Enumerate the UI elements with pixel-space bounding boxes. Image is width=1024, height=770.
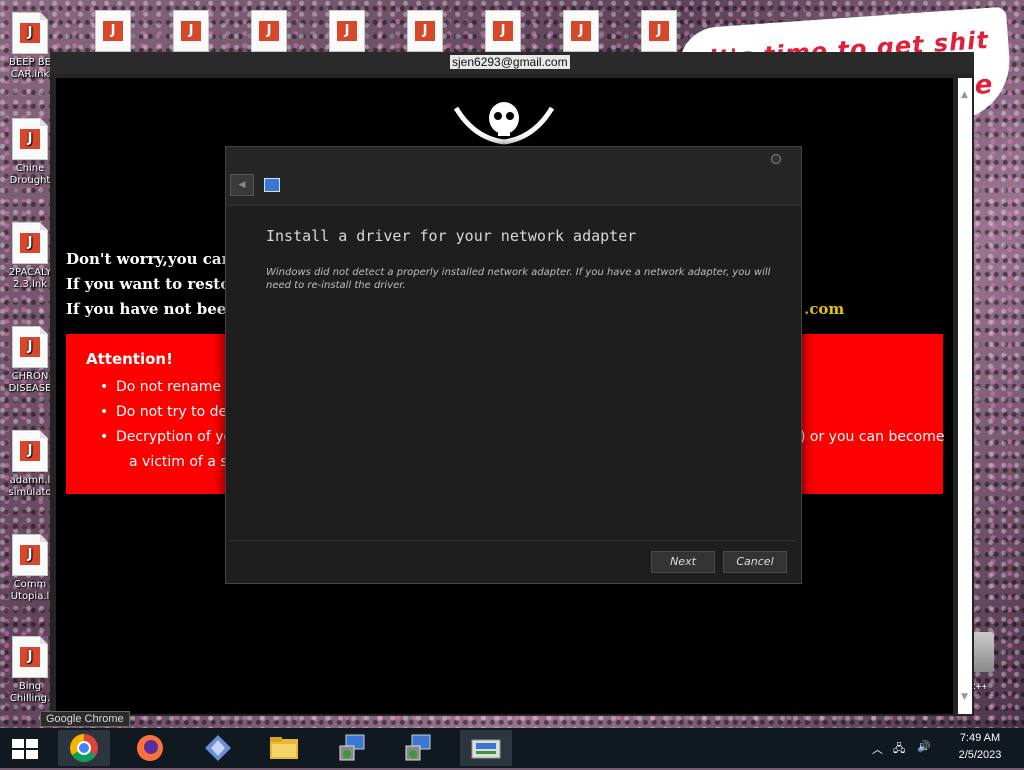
dialog-title: Install a driver for your network adapte… bbox=[266, 227, 637, 245]
scroll-up-icon[interactable]: ▲ bbox=[961, 90, 968, 100]
desktop-file-icon[interactable]: J bbox=[95, 10, 135, 52]
taskbar-tooltip: Google Chrome bbox=[40, 711, 130, 727]
show-hidden-icons-icon[interactable]: ︿ bbox=[872, 741, 883, 757]
attention-heading: Attention! bbox=[86, 350, 173, 368]
pirate-skull-icon bbox=[454, 102, 554, 145]
driver-install-dialog: ◀ Install a driver for your network adap… bbox=[225, 146, 802, 584]
window-email: sjen6293@gmail.com bbox=[450, 55, 570, 69]
network-setup-icon[interactable] bbox=[392, 730, 444, 766]
dialog-header: ◀ bbox=[226, 147, 801, 206]
volume-icon[interactable]: 🔊 bbox=[917, 740, 931, 753]
network-adapter-icon bbox=[264, 178, 280, 192]
clock-date[interactable]: 2/5/2023 bbox=[950, 749, 1010, 761]
shortcut-file-icon: J bbox=[12, 326, 48, 368]
start-icon[interactable] bbox=[12, 739, 38, 759]
desktop-file-icon[interactable]: J bbox=[173, 10, 213, 52]
network-adapter-icon[interactable] bbox=[460, 730, 512, 766]
desktop-file-icon[interactable]: J bbox=[641, 10, 681, 52]
desktop-file-icon[interactable]: J bbox=[407, 10, 447, 52]
attention-item-1: Do not rename e bbox=[100, 379, 234, 395]
attention-item-3-end: ) or you can become bbox=[800, 429, 945, 445]
network-setup-icon[interactable] bbox=[326, 730, 378, 766]
shortcut-file-icon: J bbox=[12, 12, 48, 54]
desktop-file-icon[interactable]: J bbox=[563, 10, 603, 52]
scroll-down-icon[interactable]: ▼ bbox=[961, 692, 968, 702]
desktop-file-icon[interactable]: J bbox=[251, 10, 291, 52]
dialog-description: Windows did not detect a properly instal… bbox=[266, 267, 771, 291]
desktop-file-icon[interactable]: J bbox=[329, 10, 369, 52]
attention-item-3: Decryption of yo bbox=[100, 429, 232, 445]
back-arrow-icon[interactable]: ◀ bbox=[230, 174, 254, 196]
ransom-domain-suffix: .com bbox=[804, 300, 845, 318]
next-button[interactable]: Next bbox=[651, 551, 715, 573]
dialog-divider bbox=[230, 540, 796, 541]
shortcut-file-icon: J bbox=[12, 430, 48, 472]
taskbar: ︿ 🖧 🔊 7:49 AM 2/5/2023 bbox=[0, 728, 1024, 768]
shortcut-file-icon: J bbox=[12, 118, 48, 160]
window-titlebar: sjen6293@gmail.com bbox=[50, 52, 974, 74]
ransom-line-1: Don't worry,you can r bbox=[66, 250, 246, 268]
chrome-icon[interactable] bbox=[58, 730, 110, 766]
file-explorer-icon[interactable] bbox=[258, 730, 310, 766]
clock-time[interactable]: 7:49 AM bbox=[950, 732, 1010, 744]
shortcut-file-icon: J bbox=[12, 222, 48, 264]
network-status-icon[interactable]: 🖧 bbox=[893, 740, 905, 759]
shortcut-file-icon: J bbox=[12, 534, 48, 576]
firefox-icon[interactable] bbox=[124, 730, 176, 766]
shortcut-file-icon: J bbox=[12, 636, 48, 678]
close-icon[interactable] bbox=[771, 154, 781, 164]
ransom-line-2: If you want to restore bbox=[66, 275, 248, 293]
cancel-button[interactable]: Cancel bbox=[723, 551, 787, 573]
app-diamond-icon[interactable] bbox=[192, 730, 244, 766]
desktop-file-icon[interactable]: J bbox=[485, 10, 525, 52]
window-scrollbar[interactable]: ▲ ▼ bbox=[958, 78, 972, 714]
attention-item-2: Do not try to dec bbox=[100, 404, 235, 420]
recycle-bin-icon[interactable] bbox=[972, 632, 994, 672]
